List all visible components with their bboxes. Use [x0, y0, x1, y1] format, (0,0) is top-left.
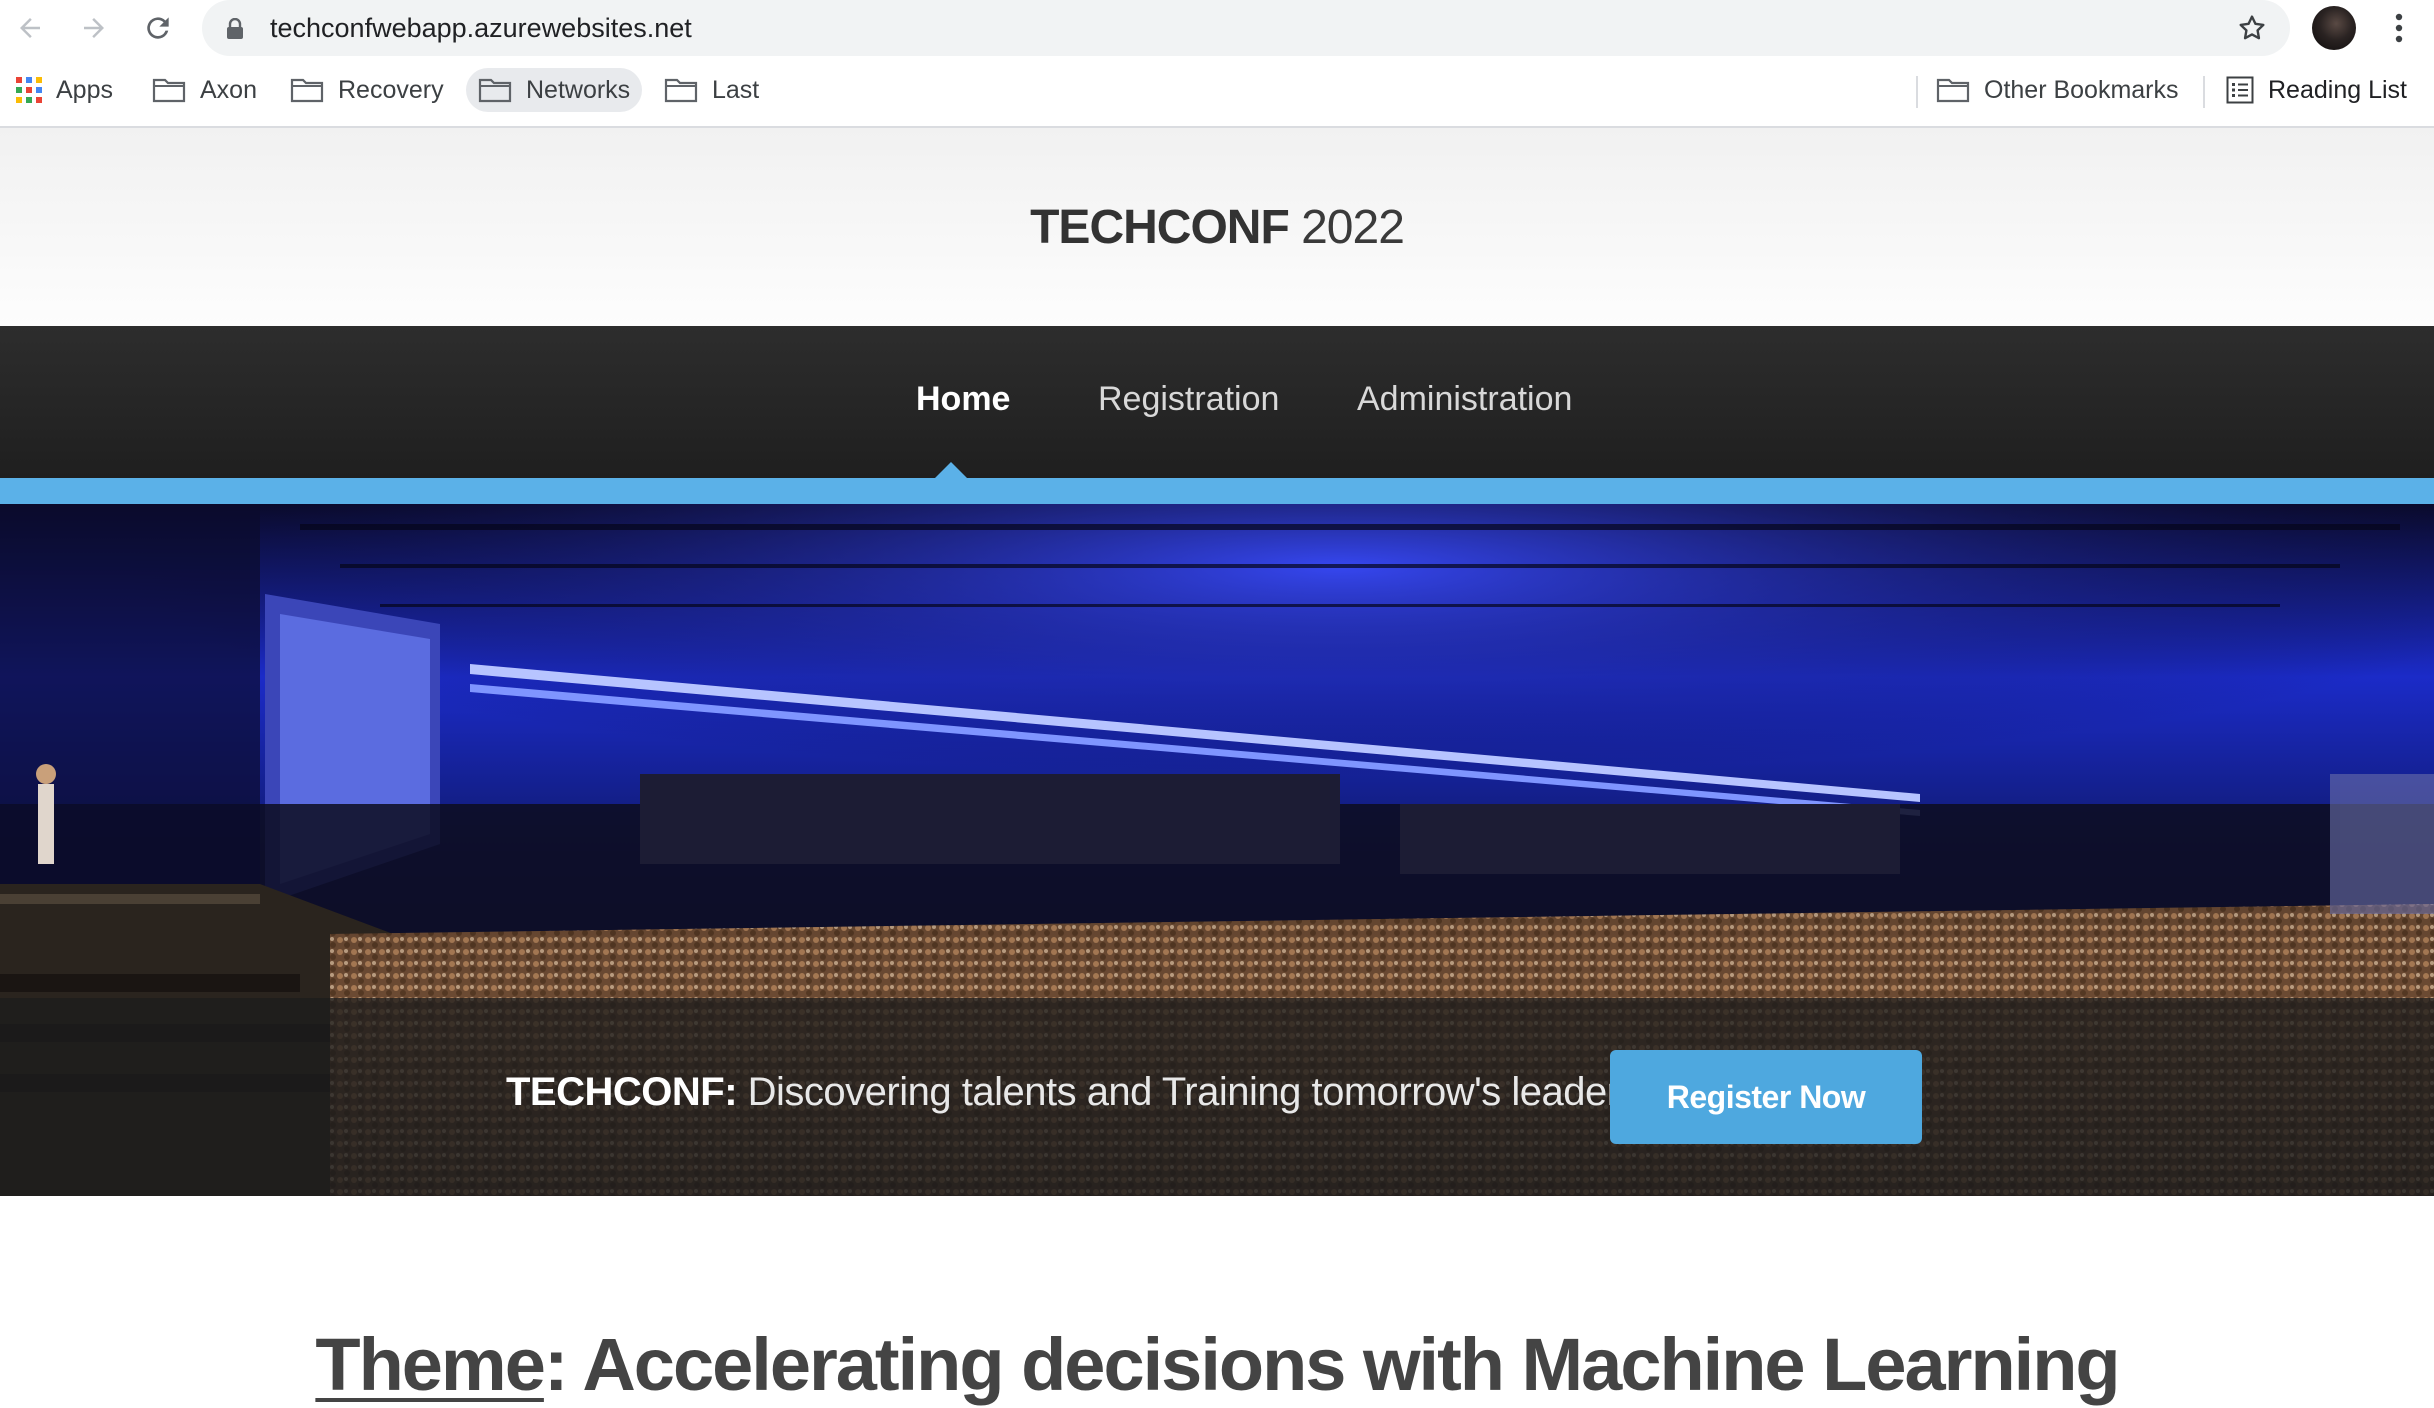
accent-bar	[0, 478, 2434, 504]
url-text: techconfwebapp.azurewebsites.net	[270, 13, 692, 43]
tagline-brand: TECHCONF:	[506, 1070, 738, 1114]
register-now-button[interactable]: Register Now	[1610, 1050, 1922, 1144]
other-bookmarks-label: Other Bookmarks	[1984, 75, 2179, 104]
theme-link[interactable]: Theme	[315, 1323, 546, 1406]
folder-icon	[478, 78, 512, 103]
hero-banner: TECHCONF: Discovering talents and Traini…	[0, 504, 2434, 1196]
other-bookmarks[interactable]: Other Bookmarks	[1936, 68, 2179, 112]
reload-icon	[147, 17, 169, 39]
browser-menu-button[interactable]	[2384, 10, 2414, 46]
apps-grid-icon	[16, 77, 42, 103]
bookmark-star-icon[interactable]	[2236, 12, 2268, 44]
forward-button[interactable]	[74, 9, 114, 47]
reading-list-label: Reading List	[2268, 75, 2407, 104]
profile-avatar[interactable]	[2312, 6, 2356, 50]
address-bar[interactable]: techconfwebapp.azurewebsites.net	[202, 0, 2290, 56]
bookmark-label: Axon	[200, 75, 257, 104]
nav-registration[interactable]: Registration	[1098, 380, 1279, 419]
bookmarks-bar: Apps Axon Recovery Networks Last Other B…	[0, 56, 2434, 128]
nav-administration[interactable]: Administration	[1357, 380, 1572, 419]
nav-home[interactable]: Home	[916, 380, 1010, 419]
bookmark-label: Recovery	[338, 75, 444, 104]
more-vert-icon	[2395, 13, 2403, 43]
bookmark-networks[interactable]: Networks	[466, 68, 643, 112]
folder-icon	[152, 78, 186, 103]
back-button[interactable]	[10, 9, 50, 47]
reading-list-icon	[2226, 76, 2254, 104]
bookmark-separator	[1916, 76, 1918, 108]
browser-toolbar: techconfwebapp.azurewebsites.net	[0, 0, 2434, 56]
tagline-text: Discovering talents and Training tomorro…	[737, 1070, 1640, 1114]
bookmark-label: Last	[712, 75, 760, 104]
theme-text: : Accelerating decisions with Machine Le…	[543, 1323, 2121, 1406]
main-nav: Home Registration Administration	[0, 326, 2434, 478]
forward-arrow-icon	[84, 18, 104, 38]
hero-tagline: TECHCONF: Discovering talents and Traini…	[506, 1070, 1640, 1115]
back-arrow-icon	[20, 18, 40, 38]
bookmark-apps[interactable]: Apps	[16, 68, 113, 112]
site-logo[interactable]: TECHCONF 2022	[0, 200, 2434, 255]
bookmark-last[interactable]: Last	[664, 68, 759, 112]
lock-icon	[227, 18, 243, 39]
folder-icon	[664, 78, 698, 103]
bookmark-recovery[interactable]: Recovery	[290, 68, 444, 112]
bookmark-separator	[2203, 76, 2205, 108]
bookmark-label: Apps	[56, 75, 113, 104]
active-nav-indicator	[935, 462, 967, 478]
theme-heading: Theme: Accelerating decisions with Machi…	[0, 1322, 2434, 1407]
folder-icon	[290, 78, 324, 103]
reload-button[interactable]	[138, 9, 178, 47]
logo-year: 2022	[1288, 201, 1405, 254]
bookmark-axon[interactable]: Axon	[152, 68, 257, 112]
bookmark-label: Networks	[526, 75, 631, 104]
site-header: TECHCONF 2022	[0, 128, 2434, 326]
reading-list[interactable]: Reading List	[2226, 68, 2407, 112]
logo-brand: TECHCONF	[1030, 201, 1290, 254]
folder-icon	[1936, 78, 1970, 103]
